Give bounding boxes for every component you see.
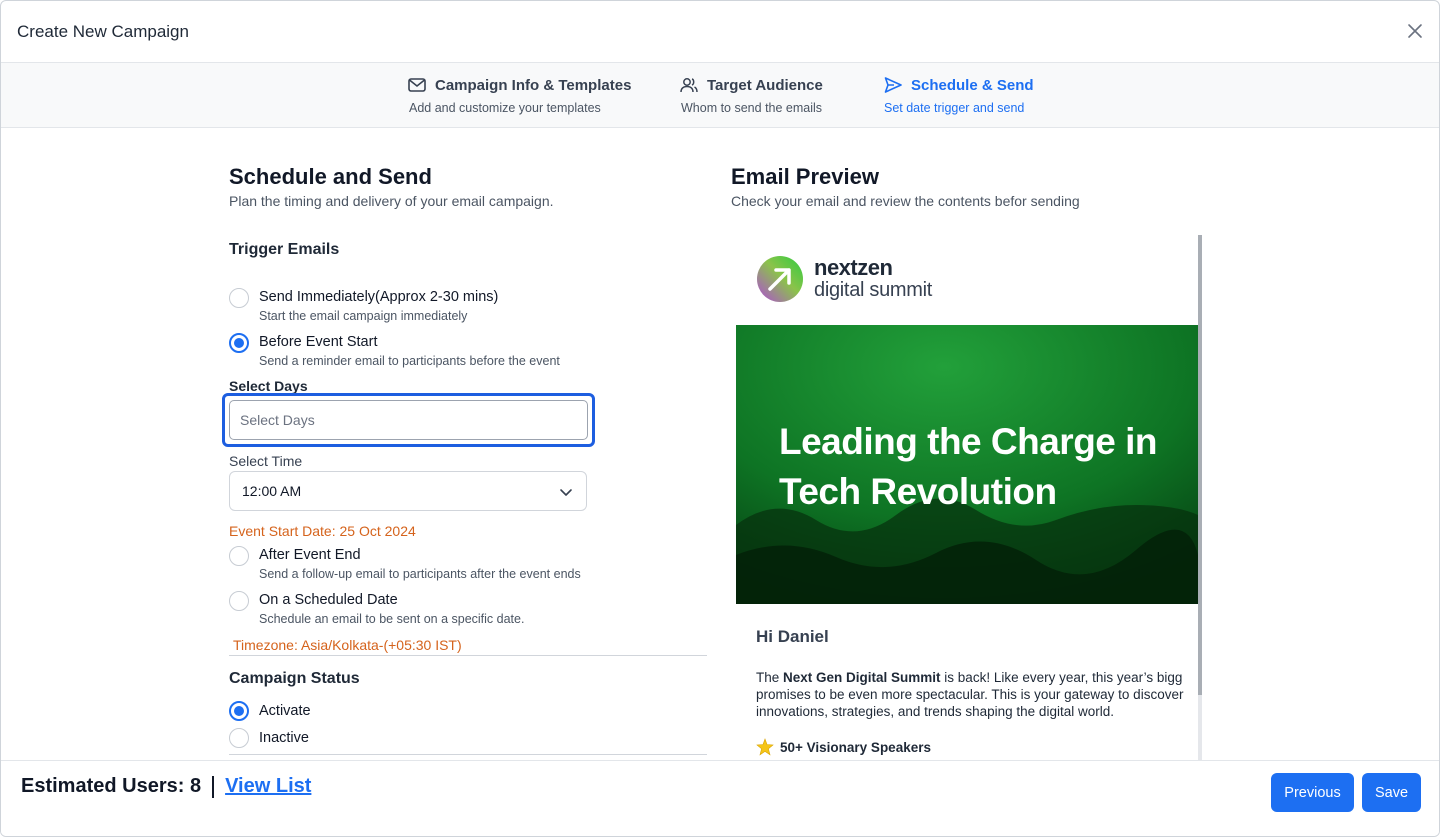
select-time-label: Select Time: [229, 453, 303, 469]
step-title: Schedule & Send: [911, 76, 1034, 94]
logo-line2: digital summit: [814, 279, 933, 301]
modal-footer: Estimated Users: 8 View List Previous Sa…: [1, 760, 1439, 836]
select-time-dropdown[interactable]: 12:00 AM: [229, 471, 587, 511]
feature-item: 50+ Visionary Speakers: [756, 738, 1198, 756]
option-description: Send a follow-up email to participants a…: [259, 567, 581, 581]
step-target-audience[interactable]: Target Audience Whom to send the emails: [679, 75, 823, 115]
step-schedule-send[interactable]: Schedule & Send Set date trigger and sen…: [883, 75, 1034, 116]
option-description: Schedule an email to be sent on a specif…: [259, 612, 525, 626]
select-days-input[interactable]: [229, 400, 588, 440]
modal-title: Create New Campaign: [17, 22, 189, 41]
para-bold: Next Gen Digital Summit: [783, 670, 941, 685]
mail-icon: [408, 78, 426, 92]
close-icon[interactable]: [1405, 21, 1425, 41]
para-line3: innovations, strategies, and trends shap…: [756, 704, 1114, 719]
preview-scrollbar[interactable]: [1198, 235, 1202, 760]
banner-line1: Leading the Charge in: [779, 421, 1158, 462]
radio-button[interactable]: [229, 728, 249, 748]
event-start-date: Event Start Date: 25 Oct 2024: [229, 523, 416, 539]
separator: [212, 775, 215, 798]
email-body: Hi Daniel The Next Gen Digital Summit is…: [756, 627, 1198, 756]
option-label: Send Immediately(Approx 2-30 mins): [259, 289, 499, 305]
option-label: Before Event Start: [259, 334, 378, 350]
step-campaign-info[interactable]: Campaign Info & Templates Add and custom…: [407, 75, 631, 115]
option-label: Inactive: [259, 730, 309, 746]
logo-line1: nextzen: [814, 255, 893, 280]
nextzen-logo: nextzen digital summit: [756, 255, 932, 303]
nextzen-logo-icon: [757, 256, 803, 302]
feature-text: 50+ Visionary Speakers: [780, 739, 931, 755]
trigger-option-after-event[interactable]: After Event End Send a follow-up email t…: [229, 546, 581, 581]
users-icon: [680, 78, 698, 93]
estimated-users: Estimated Users: 8 View List: [21, 775, 311, 798]
modal-header: Create New Campaign: [1, 1, 1439, 63]
create-campaign-modal: Create New Campaign Campaign Info & Temp…: [0, 0, 1440, 837]
trigger-heading: Trigger Emails: [229, 241, 340, 258]
select-time-value: 12:00 AM: [242, 483, 302, 499]
schedule-title: Schedule and Send: [229, 164, 432, 189]
email-greeting: Hi Daniel: [756, 627, 829, 646]
step-subtitle: Set date trigger and send: [884, 101, 1025, 115]
step-subtitle: Add and customize your templates: [409, 101, 601, 115]
email-banner: Leading the Charge in Tech Revolution: [736, 325, 1198, 604]
preview-subtitle: Check your email and review the contents…: [731, 193, 1080, 209]
option-description: Send a reminder email to participants be…: [259, 354, 560, 368]
option-label: On a Scheduled Date: [259, 592, 398, 608]
previous-button[interactable]: Previous: [1271, 773, 1354, 812]
radio-button[interactable]: [229, 288, 249, 308]
para-rest: is back! Like every year, this year’s bi…: [940, 670, 1183, 685]
email-preview-frame[interactable]: nextzen digital summit Leading the Charg…: [736, 235, 1198, 760]
banner-line2: Tech Revolution: [779, 471, 1057, 512]
schedule-subtitle: Plan the timing and delivery of your ema…: [229, 193, 554, 209]
email-paragraph: The Next Gen Digital Summit is back! Lik…: [756, 669, 1198, 720]
radio-button-checked[interactable]: [229, 701, 249, 721]
banner-headline: Leading the Charge in Tech Revolution: [779, 417, 1158, 517]
status-option-activate[interactable]: Activate: [229, 701, 311, 721]
send-icon: [884, 77, 902, 93]
divider: [229, 655, 707, 656]
campaign-stepper: Campaign Info & Templates Add and custom…: [1, 63, 1439, 128]
view-list-link[interactable]: View List: [225, 775, 311, 798]
radio-button[interactable]: [229, 546, 249, 566]
radio-button-checked[interactable]: [229, 333, 249, 353]
scrollbar-thumb[interactable]: [1198, 235, 1202, 695]
trigger-option-immediately[interactable]: Send Immediately(Approx 2-30 mins) Start…: [229, 288, 498, 323]
step-subtitle: Whom to send the emails: [681, 101, 823, 115]
step-title: Campaign Info & Templates: [435, 76, 632, 94]
preview-title: Email Preview: [731, 164, 879, 189]
trigger-option-scheduled-date[interactable]: On a Scheduled Date Schedule an email to…: [229, 591, 524, 626]
option-description: Start the email campaign immediately: [259, 309, 468, 323]
divider: [229, 754, 707, 755]
campaign-status-heading: Campaign Status: [229, 670, 360, 687]
status-option-inactive[interactable]: Inactive: [229, 728, 309, 748]
option-label: Activate: [259, 703, 311, 719]
step-title: Target Audience: [707, 76, 823, 94]
save-button[interactable]: Save: [1362, 773, 1421, 812]
select-days-focus-ring: [222, 393, 595, 447]
star-icon: [756, 738, 774, 756]
radio-button[interactable]: [229, 591, 249, 611]
select-days-label: Select Days: [229, 378, 308, 394]
trigger-option-before-event[interactable]: Before Event Start Send a reminder email…: [229, 333, 560, 368]
estimated-users-count: Estimated Users: 8: [21, 775, 202, 797]
timezone-label: Timezone: Asia/Kolkata-(+05:30 IST): [233, 637, 462, 653]
para-prefix: The: [756, 670, 784, 685]
chevron-down-icon: [560, 489, 572, 496]
modal-content: Schedule and Send Plan the timing and de…: [1, 128, 1439, 760]
para-line2: promises to be even more spectacular. Th…: [756, 687, 1184, 702]
option-label: After Event End: [259, 547, 361, 563]
